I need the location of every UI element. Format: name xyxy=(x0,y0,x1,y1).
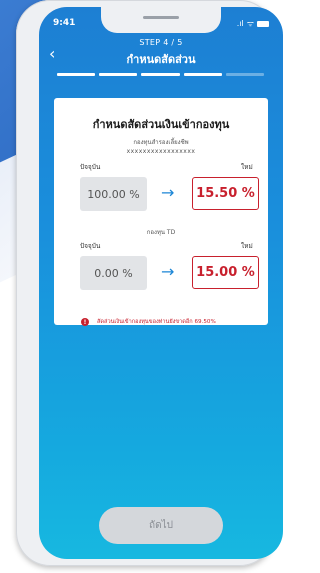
arrow-right-icon: → xyxy=(161,183,175,202)
fund-name: กองทุน TD xyxy=(146,229,176,236)
allocation-card: กำหนดสัดส่วนเงินเข้ากองทุน กองทุนสำรองเล… xyxy=(54,98,268,326)
progress-segment xyxy=(183,73,222,76)
current-label: ปัจจุบัน xyxy=(80,242,101,250)
phone-frame: 9:41 .ıl ᯤ ‹ STEP 4 / 5 กำหนดสัดส่วน กำห… xyxy=(16,0,283,566)
progress-segment xyxy=(57,73,96,76)
step-progress-bar xyxy=(57,73,265,76)
current-allocation: 0.00 % xyxy=(80,256,147,290)
new-label: ใหม่ xyxy=(241,242,253,250)
app-screen: 9:41 .ıl ᯤ ‹ STEP 4 / 5 กำหนดสัดส่วน กำห… xyxy=(39,7,283,559)
next-button[interactable]: ถัดไป xyxy=(99,507,223,544)
current-label: ปัจจุบัน xyxy=(80,163,101,171)
progress-segment xyxy=(141,73,180,76)
page-title: กำหนดสัดส่วน xyxy=(126,53,196,66)
new-allocation-input[interactable]: 15.50 % xyxy=(192,177,259,210)
battery-icon xyxy=(257,20,269,27)
fund-name: กองทุนสำรองเลี้ยงชีพ xyxy=(133,139,189,146)
status-time: 9:41 xyxy=(53,18,76,28)
card-title: กำหนดสัดส่วนเงินเข้ากองทุน xyxy=(92,118,230,131)
new-label: ใหม่ xyxy=(241,163,253,171)
alert-icon: ! xyxy=(81,318,89,326)
current-allocation: 100.00 % xyxy=(80,177,147,211)
progress-segment xyxy=(99,73,138,76)
wifi-icon: ᯤ xyxy=(246,19,254,28)
step-indicator: STEP 4 / 5 xyxy=(139,38,183,47)
status-icons: .ıl ᯤ xyxy=(237,18,269,29)
fund-account: xxxxxxxxxxxxxxxxx xyxy=(126,148,196,155)
warning-text: สัดส่วนเงินเข้ากองทุนของท่านยังขาดอีก 69… xyxy=(97,319,216,325)
new-allocation-input[interactable]: 15.00 % xyxy=(192,256,259,289)
arrow-right-icon: → xyxy=(161,262,175,281)
signal-icon: .ıl xyxy=(236,19,244,28)
progress-segment xyxy=(225,73,265,76)
warning-message: ! สัดส่วนเงินเข้ากองทุนของท่านยังขาดอีก … xyxy=(81,318,216,326)
phone-notch xyxy=(101,7,221,33)
